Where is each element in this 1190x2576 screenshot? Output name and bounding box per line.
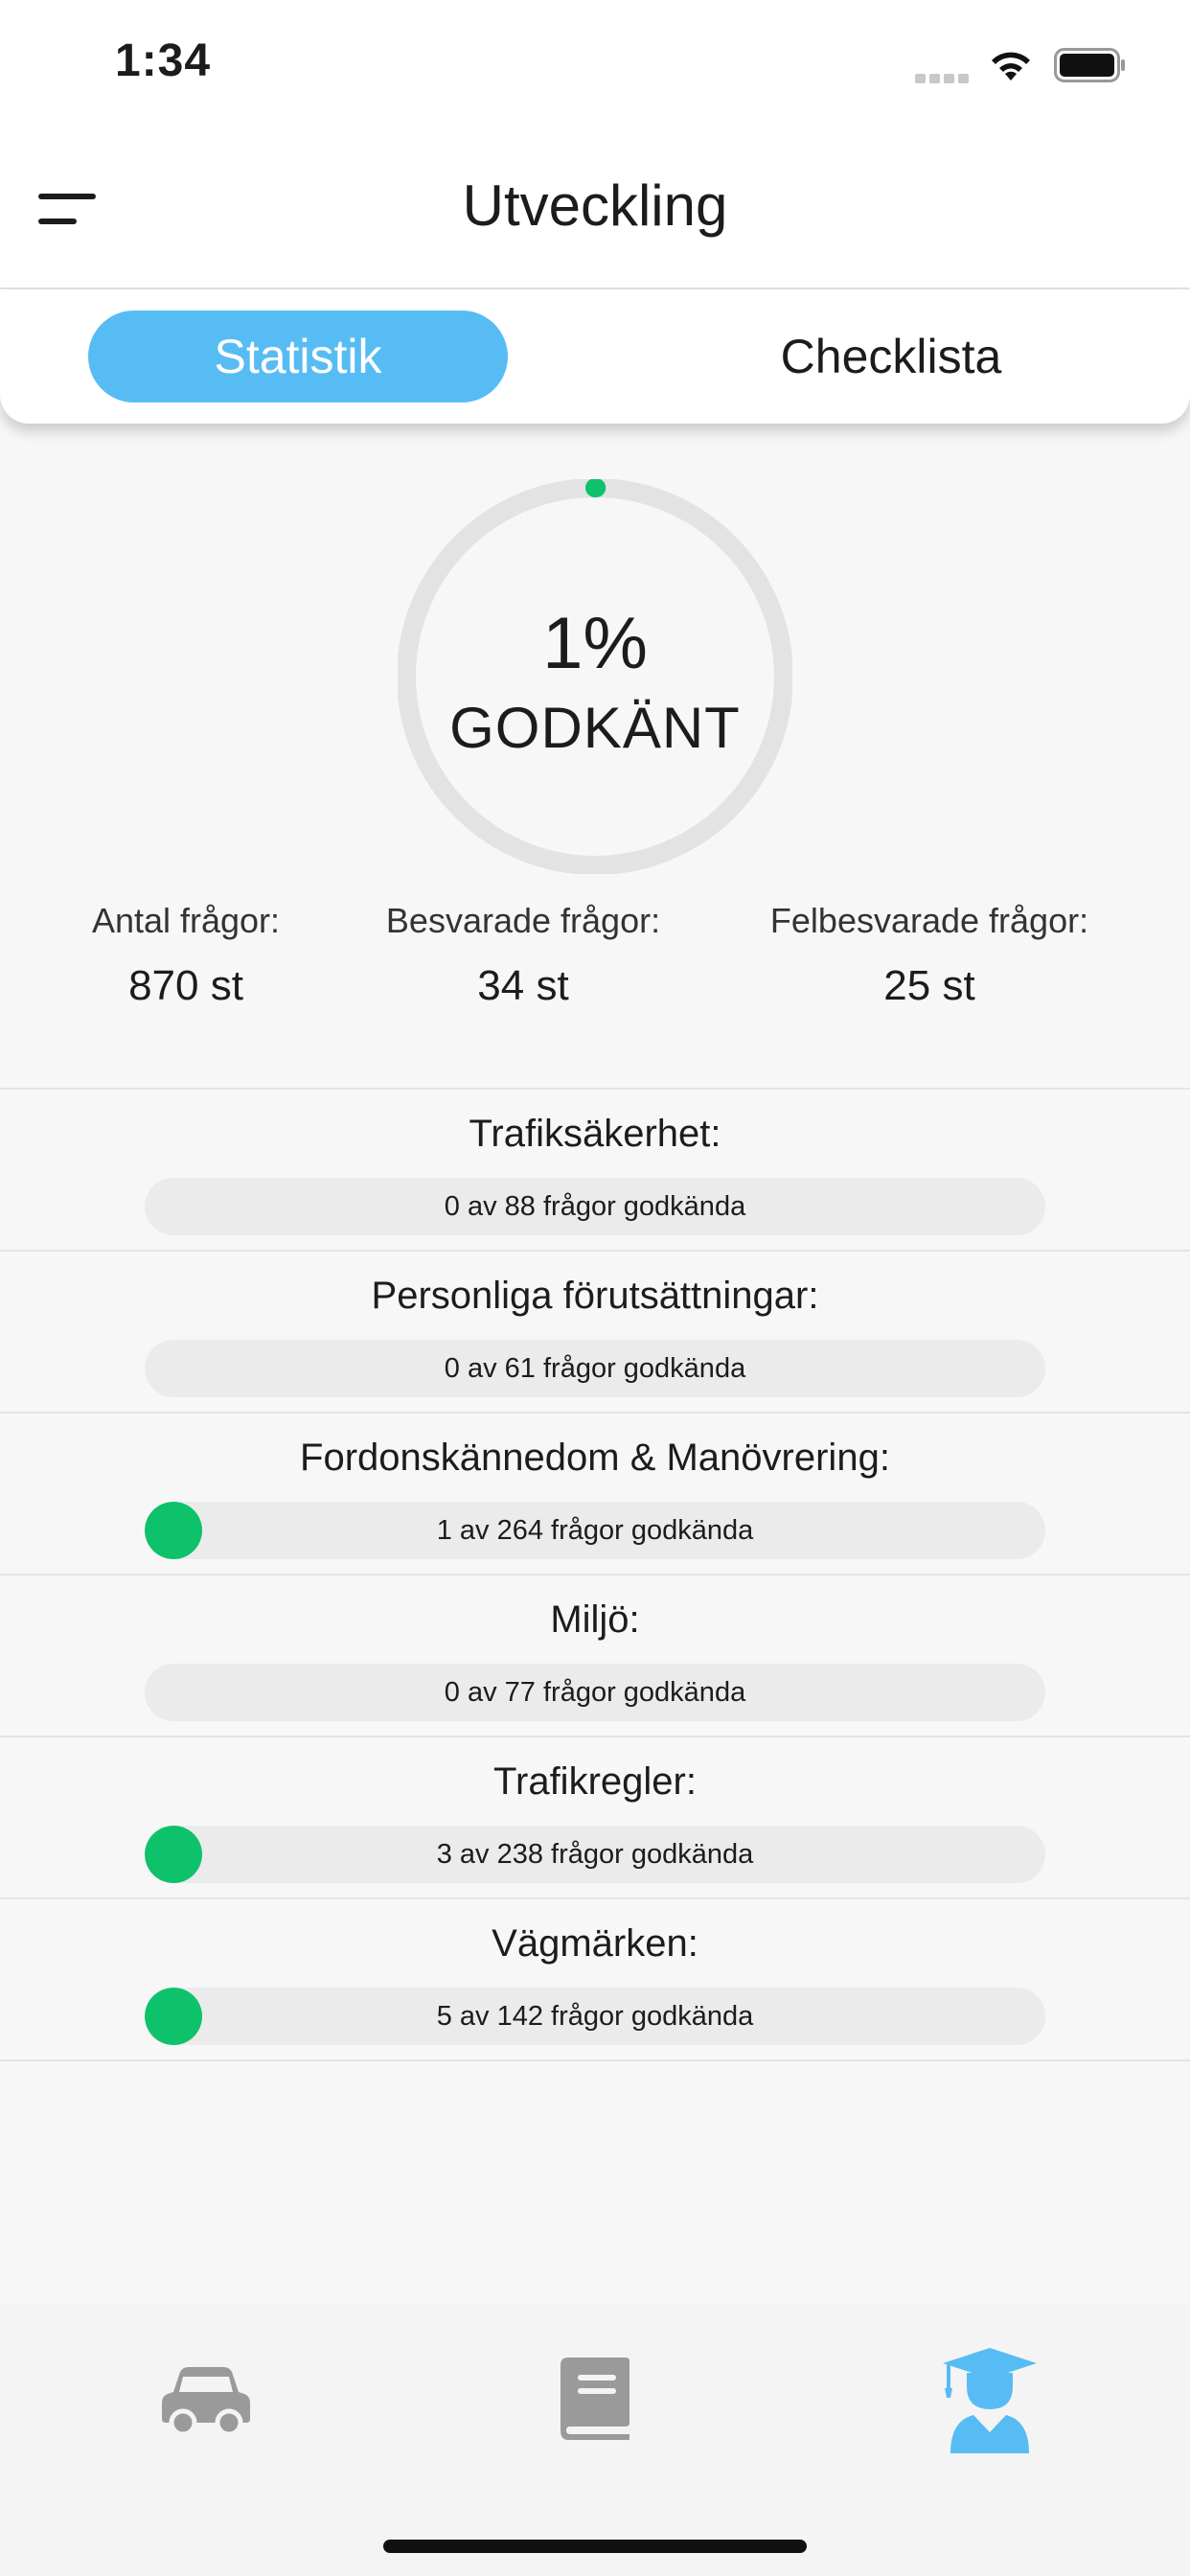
cellular-signal-icon xyxy=(915,71,973,83)
category-progress-text: 0 av 61 frågor godkända xyxy=(444,1353,746,1384)
graduate-icon[interactable] xyxy=(941,2346,1039,2453)
segmented-tabs: Statistik Checklista xyxy=(0,289,1190,424)
book-icon[interactable] xyxy=(559,2358,633,2440)
category-row[interactable]: Trafiksäkerhet: 0 av 88 frågor godkända xyxy=(0,1088,1190,1250)
home-indicator xyxy=(383,2540,807,2553)
category-progress-text: 3 av 238 frågor godkända xyxy=(436,1839,754,1870)
category-progress-bar: 1 av 264 frågor godkända xyxy=(145,1502,1045,1559)
category-title: Trafiksäkerhet: xyxy=(469,1113,721,1155)
status-bar: 1:34 xyxy=(0,0,1190,134)
progress-status-label: GODKÄNT xyxy=(449,696,741,760)
wifi-icon xyxy=(987,46,1035,84)
page-title: Utveckling xyxy=(462,173,728,238)
category-progress-bar: 0 av 61 frågor godkända xyxy=(145,1340,1045,1397)
category-progress-text: 5 av 142 frågor godkända xyxy=(436,2001,754,2032)
stat-value: 25 st xyxy=(883,962,975,1009)
category-title: Fordonskännedom & Manövrering: xyxy=(300,1437,890,1479)
category-row[interactable]: Miljö: 0 av 77 frågor godkända xyxy=(0,1574,1190,1736)
tab-statistik[interactable]: Statistik xyxy=(88,310,508,402)
category-title: Trafikregler: xyxy=(493,1760,697,1803)
stat-wrong-questions: Felbesvarade frågor: 25 st xyxy=(747,901,1111,1010)
category-title: Personliga förutsättningar: xyxy=(371,1275,819,1317)
category-progress-bar: 5 av 142 frågor godkända xyxy=(145,1988,1045,2045)
battery-icon xyxy=(1054,48,1127,82)
category-progress-bar: 0 av 77 frågor godkända xyxy=(145,1664,1045,1721)
category-title: Vägmärken: xyxy=(492,1922,698,1965)
category-title: Miljö: xyxy=(550,1598,640,1641)
car-icon[interactable] xyxy=(158,2361,254,2438)
category-progress-bar: 3 av 238 frågor godkända xyxy=(145,1826,1045,1883)
category-progress-text: 0 av 77 frågor godkända xyxy=(444,1677,746,1708)
progress-percent: 1% xyxy=(542,603,648,684)
category-progress-bar: 0 av 88 frågor godkända xyxy=(145,1178,1045,1235)
status-time: 1:34 xyxy=(115,35,212,86)
stat-value: 870 st xyxy=(128,962,243,1009)
category-progress-text: 0 av 88 frågor godkända xyxy=(444,1191,746,1222)
stat-label: Felbesvarade frågor: xyxy=(769,901,1089,940)
category-list: Trafiksäkerhet: 0 av 88 frågor godkända … xyxy=(0,1088,1190,2061)
stat-label: Besvarade frågor: xyxy=(385,901,661,940)
bottom-tab-bar xyxy=(0,2304,1190,2576)
stat-answered-questions: Besvarade frågor: 34 st xyxy=(341,901,705,1010)
tab-checklista[interactable]: Checklista xyxy=(680,310,1102,402)
category-row[interactable]: Trafikregler: 3 av 238 frågor godkända xyxy=(0,1736,1190,1898)
navigation-header: Utveckling xyxy=(0,134,1190,289)
stat-total-questions: Antal frågor: 870 st xyxy=(4,901,368,1010)
category-row[interactable]: Personliga förutsättningar: 0 av 61 fråg… xyxy=(0,1250,1190,1412)
stat-label: Antal frågor: xyxy=(91,901,281,940)
stat-value: 34 st xyxy=(477,962,569,1009)
category-row[interactable]: Vägmärken: 5 av 142 frågor godkända xyxy=(0,1898,1190,2061)
category-row[interactable]: Fordonskännedom & Manövrering: 1 av 264 … xyxy=(0,1412,1190,1574)
category-progress-text: 1 av 264 frågor godkända xyxy=(436,1515,754,1546)
